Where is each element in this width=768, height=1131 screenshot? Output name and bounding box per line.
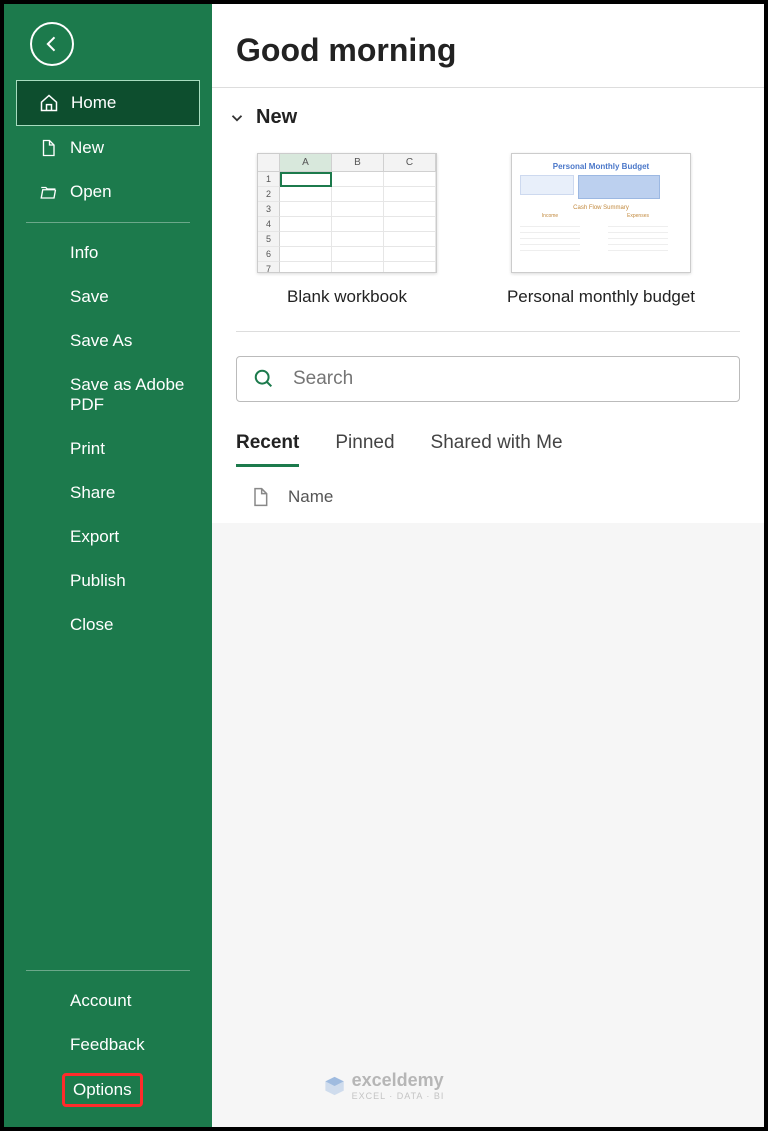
nav-open-label: Open	[70, 182, 112, 202]
template-budget-label: Personal monthly budget	[506, 287, 696, 307]
search-icon	[253, 368, 275, 390]
tab-pinned[interactable]: Pinned	[335, 432, 394, 467]
nav-home[interactable]: Home	[16, 80, 200, 126]
arrow-left-icon	[42, 34, 62, 54]
chevron-down-icon	[228, 109, 246, 127]
nav-share[interactable]: Share	[4, 471, 212, 515]
template-gallery: ABC 1 2 3 4 5 6 7 Blank workbook Persona…	[212, 139, 764, 325]
nav-options[interactable]: Options	[4, 1067, 212, 1113]
nav-save-adobe[interactable]: Save as Adobe PDF	[4, 363, 212, 427]
search-box[interactable]	[236, 356, 740, 402]
file-icon	[38, 138, 58, 158]
nav-export[interactable]: Export	[4, 515, 212, 559]
budget-thumb: Personal Monthly Budget Cash Flow Summar…	[511, 153, 691, 273]
file-list-header: Name	[212, 467, 764, 523]
tab-recent[interactable]: Recent	[236, 432, 299, 467]
template-personal-budget[interactable]: Personal Monthly Budget Cash Flow Summar…	[506, 153, 696, 307]
file-tabs: Recent Pinned Shared with Me	[212, 402, 764, 467]
template-blank-workbook[interactable]: ABC 1 2 3 4 5 6 7 Blank workbook	[252, 153, 442, 307]
search-input[interactable]	[293, 368, 723, 390]
nav-print[interactable]: Print	[4, 427, 212, 471]
home-icon	[39, 93, 59, 113]
nav-close[interactable]: Close	[4, 603, 212, 647]
greeting-title: Good morning	[212, 22, 764, 87]
new-section-toggle[interactable]: New	[212, 88, 764, 139]
file-list-body	[212, 523, 764, 1127]
backstage-main: Good morning New ABC 1 2 3 4 5 6 7 Blank…	[212, 4, 764, 1127]
new-section-label: New	[256, 106, 297, 129]
nav-save-as[interactable]: Save As	[4, 319, 212, 363]
nav-options-label: Options	[73, 1080, 132, 1099]
backstage-sidebar: Home New Open Info Save Save As Save as …	[4, 4, 212, 1127]
nav-publish[interactable]: Publish	[4, 559, 212, 603]
nav-feedback[interactable]: Feedback	[4, 1023, 212, 1067]
nav-new[interactable]: New	[4, 126, 212, 170]
sidebar-divider	[26, 222, 190, 223]
nav-home-label: Home	[71, 93, 116, 113]
tab-shared[interactable]: Shared with Me	[431, 432, 563, 467]
column-name-label: Name	[288, 487, 333, 507]
options-highlight: Options	[62, 1073, 143, 1107]
sidebar-divider-bottom	[26, 970, 190, 971]
nav-info[interactable]: Info	[4, 231, 212, 275]
back-button[interactable]	[30, 22, 74, 66]
nav-account[interactable]: Account	[4, 979, 212, 1023]
blank-workbook-thumb: ABC 1 2 3 4 5 6 7	[257, 153, 437, 273]
document-icon	[250, 485, 270, 509]
nav-save[interactable]: Save	[4, 275, 212, 319]
nav-open[interactable]: Open	[4, 170, 212, 214]
folder-open-icon	[38, 182, 58, 202]
template-blank-label: Blank workbook	[252, 287, 442, 307]
nav-new-label: New	[70, 138, 104, 158]
